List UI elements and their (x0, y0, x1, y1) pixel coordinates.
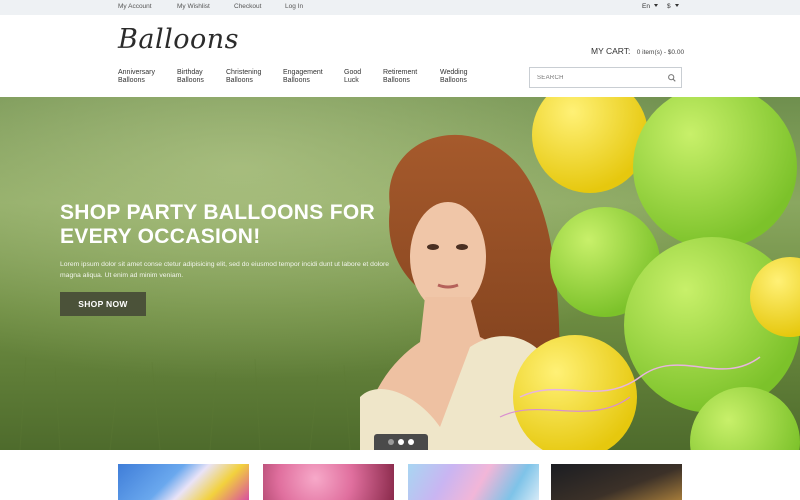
nav-label-line1: Engagement (283, 69, 323, 76)
currency-selector[interactable]: $ (667, 3, 679, 10)
my-wishlist-link[interactable]: My Wishlist (177, 3, 210, 10)
nav-label-line2: Balloons (226, 77, 253, 84)
nav-label-line1: Christening (226, 69, 262, 76)
cart-label: MY CART: (591, 46, 631, 56)
chevron-down-icon (674, 4, 679, 7)
nav-anniversary-balloons[interactable]: Anniversary Balloons (118, 69, 155, 85)
nav-label-line1: Birthday (177, 69, 203, 76)
slider-dot-1[interactable] (388, 439, 394, 445)
currency-value: $ (667, 3, 671, 10)
nav-christening-balloons[interactable]: Christening Balloons (226, 69, 261, 85)
checkout-link[interactable]: Checkout (234, 3, 261, 10)
search-box (529, 67, 682, 88)
nav-retirement-balloons[interactable]: Retirement Balloons (383, 69, 417, 85)
language-selector[interactable]: En (642, 3, 658, 10)
search-icon[interactable] (667, 73, 677, 83)
product-thumbnail[interactable] (408, 464, 539, 500)
hero-slider: SHOP PARTY BALLOONS FOR EVERY OCCASION! … (0, 97, 800, 450)
product-thumbnail[interactable] (263, 464, 394, 500)
nav-label-line2: Balloons (177, 77, 204, 84)
cart-summary[interactable]: MY CART: 0 item(s) - $0.00 (591, 46, 684, 56)
slider-pagination (374, 434, 428, 450)
product-thumbnail[interactable] (551, 464, 682, 500)
nav-label-line1: Wedding (440, 69, 468, 76)
slider-dot-3[interactable] (408, 439, 414, 445)
nav-birthday-balloons[interactable]: Birthday Balloons (177, 69, 204, 85)
slider-dot-2[interactable] (398, 439, 404, 445)
nav-good-luck[interactable]: Good Luck (344, 69, 361, 85)
nav-wedding-balloons[interactable]: Wedding Balloons (440, 69, 468, 85)
nav-engagement-balloons[interactable]: Engagement Balloons (283, 69, 323, 85)
nav-label-line2: Balloons (283, 77, 310, 84)
nav-label-line2: Luck (344, 77, 359, 84)
my-account-link[interactable]: My Account (118, 3, 152, 10)
nav-label-line2: Balloons (383, 77, 410, 84)
hero-description: Lorem ipsum dolor sit amet conse ctetur … (60, 261, 390, 279)
nav-label-line1: Retirement (383, 69, 418, 76)
cart-total: 0 item(s) - $0.00 (636, 49, 685, 56)
chevron-down-icon (653, 4, 658, 7)
search-input[interactable] (537, 72, 662, 84)
language-value: En (642, 3, 650, 10)
product-thumbnail[interactable] (118, 464, 249, 500)
nav-label-line2: Balloons (440, 77, 467, 84)
nav-label-line1: Anniversary (118, 69, 155, 76)
top-utility-bar: My Account My Wishlist Checkout Log In E… (0, 0, 800, 15)
shop-now-button[interactable]: SHOP NOW (60, 292, 146, 316)
site-logo[interactable]: Balloons (118, 24, 239, 55)
hero-title: SHOP PARTY BALLOONS FOR EVERY OCCASION! (60, 201, 375, 248)
nav-label-line2: Balloons (118, 77, 145, 84)
login-link[interactable]: Log In (285, 3, 303, 10)
nav-label-line1: Good (344, 69, 362, 76)
